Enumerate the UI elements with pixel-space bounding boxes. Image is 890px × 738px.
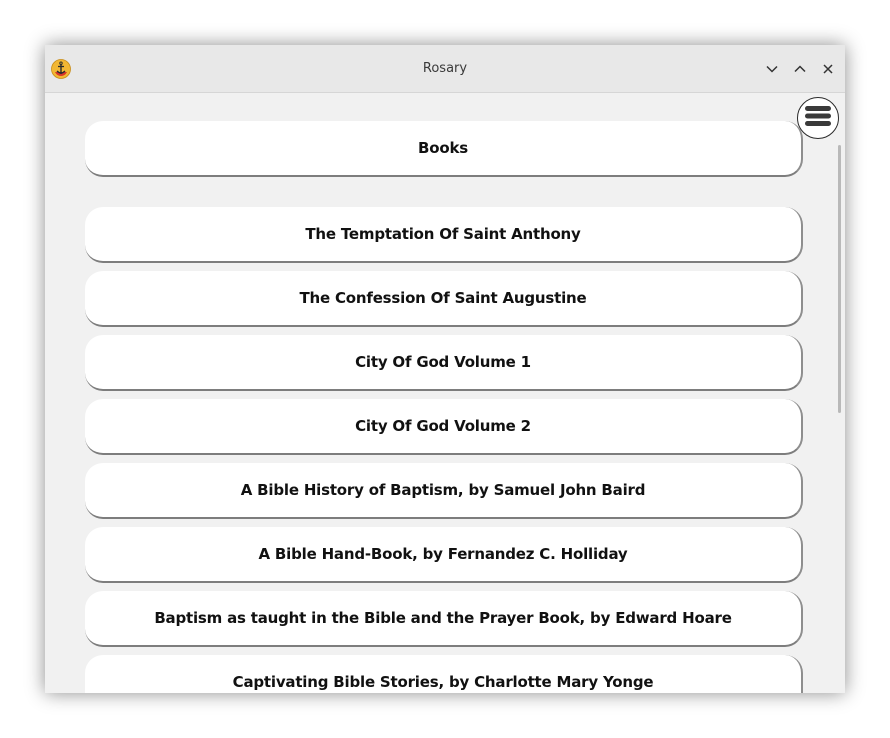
- anchor-icon: [51, 59, 71, 79]
- books-list-view[interactable]: Books The Temptation Of Saint Anthony Th…: [45, 93, 845, 693]
- app-window: Rosary Books The Temptation Of Saint Ant…: [45, 45, 845, 693]
- vertical-scrollbar[interactable]: [838, 145, 841, 413]
- book-item[interactable]: Captivating Bible Stories, by Charlotte …: [85, 655, 803, 693]
- close-icon[interactable]: [819, 60, 837, 78]
- title-bar[interactable]: Rosary: [45, 45, 845, 93]
- book-item[interactable]: The Temptation Of Saint Anthony: [85, 207, 803, 263]
- book-item[interactable]: The Confession Of Saint Augustine: [85, 271, 803, 327]
- book-item[interactable]: City Of God Volume 1: [85, 335, 803, 391]
- books-header-button[interactable]: Books: [85, 121, 803, 177]
- book-item[interactable]: A Bible History of Baptism, by Samuel Jo…: [85, 463, 803, 519]
- book-item[interactable]: City Of God Volume 2: [85, 399, 803, 455]
- hamburger-menu-button[interactable]: [797, 97, 839, 139]
- hamburger-menu-icon: [804, 104, 832, 132]
- window-title: Rosary: [422, 61, 468, 76]
- maximize-icon[interactable]: [791, 60, 809, 78]
- minimize-icon[interactable]: [763, 60, 781, 78]
- book-item[interactable]: Baptism as taught in the Bible and the P…: [85, 591, 803, 647]
- book-item[interactable]: A Bible Hand-Book, by Fernandez C. Holli…: [85, 527, 803, 583]
